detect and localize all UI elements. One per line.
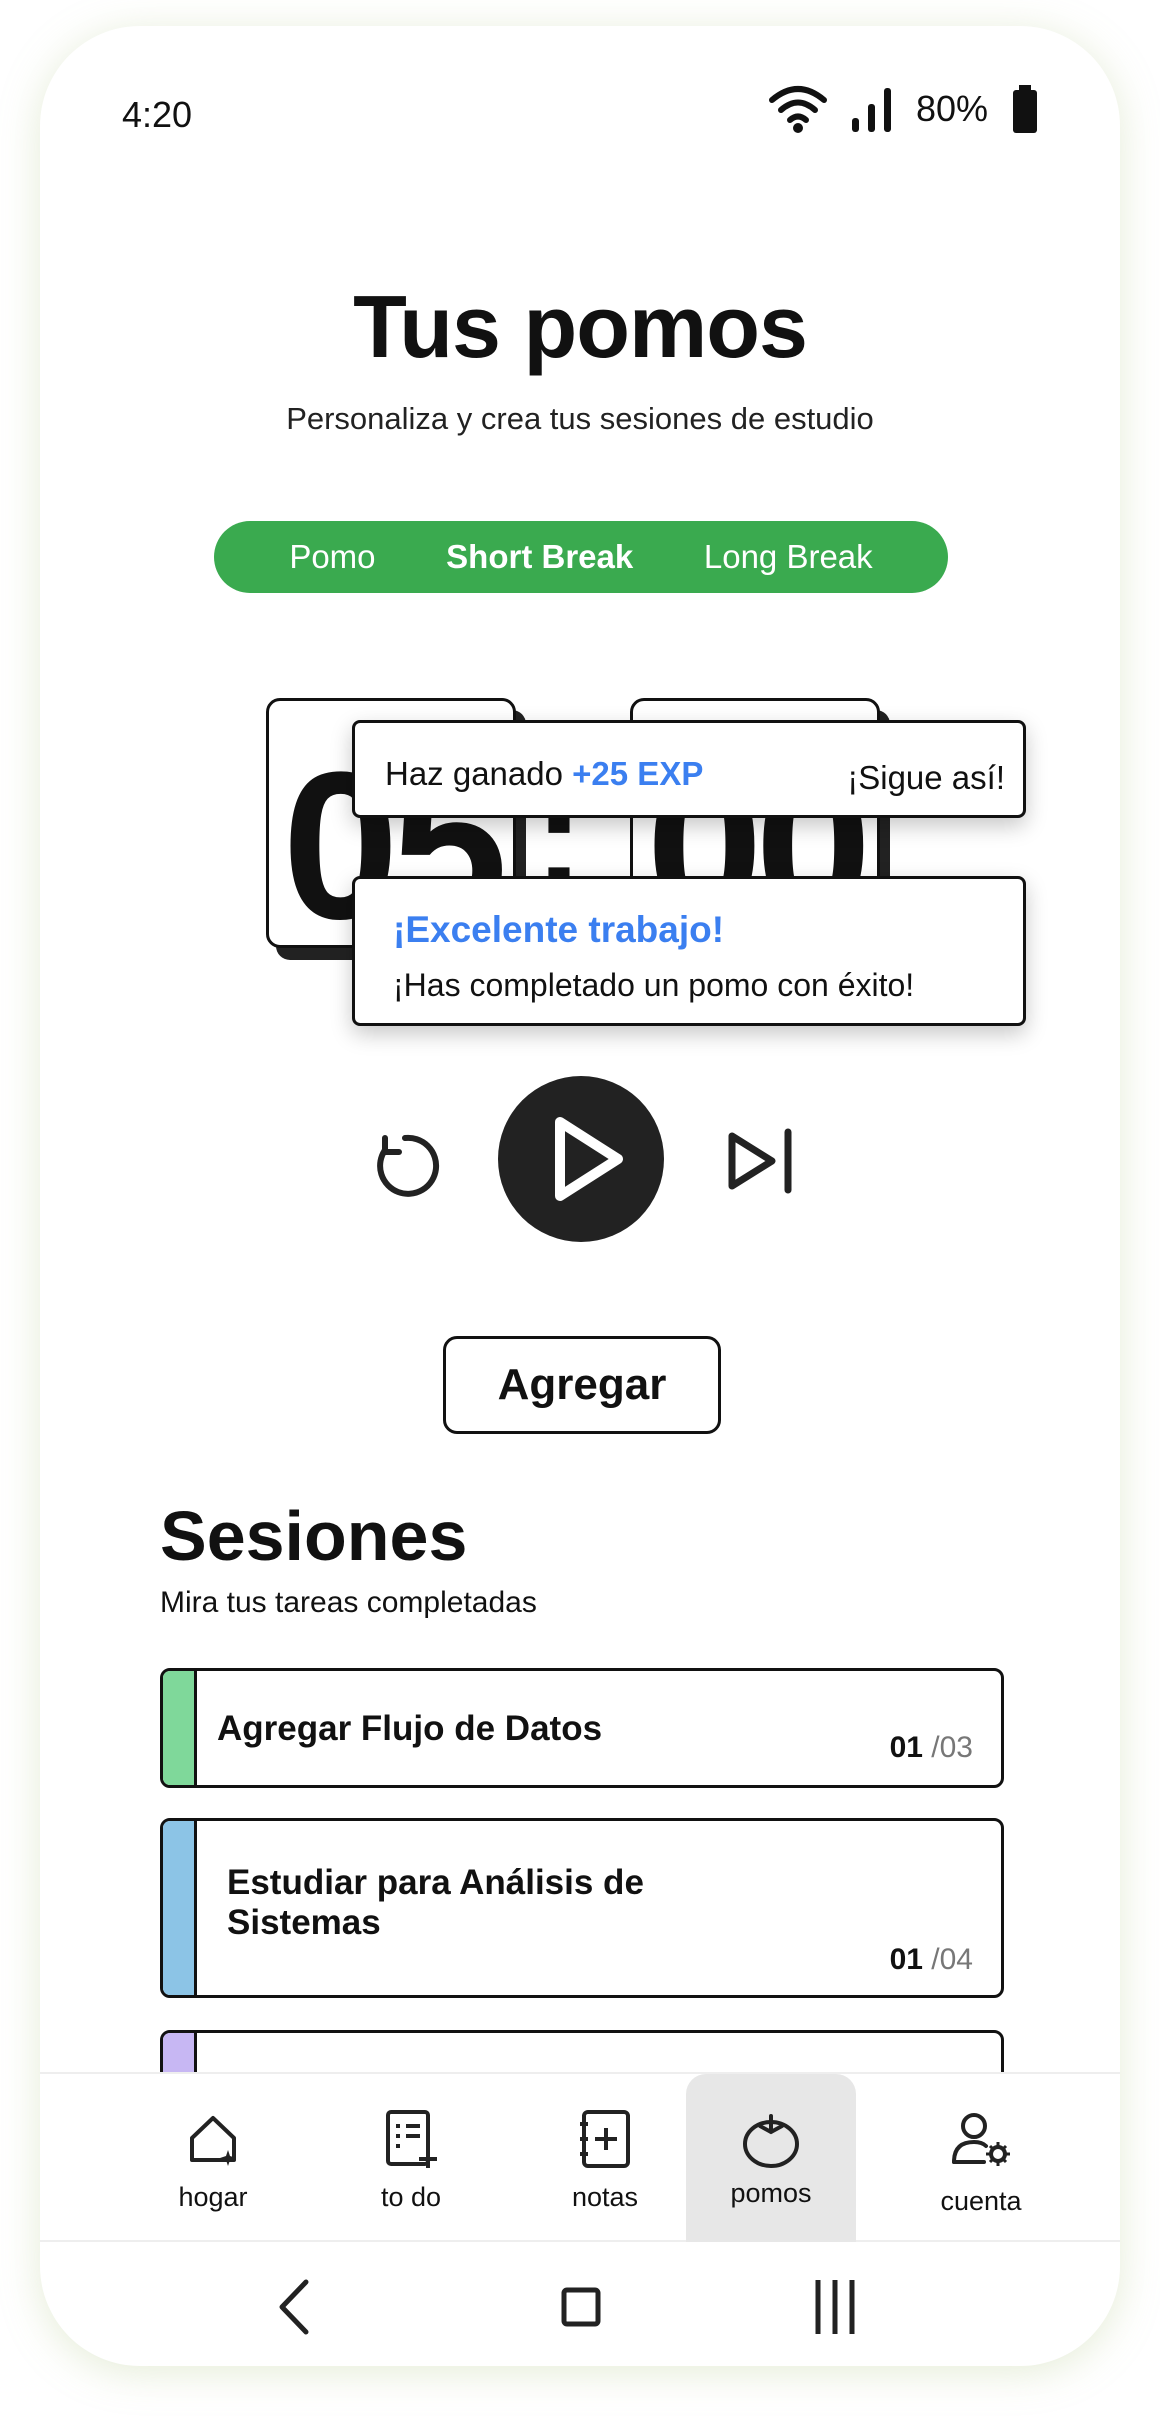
tomato-icon: [743, 2114, 799, 2168]
nav-label-notas: notas: [571, 2182, 639, 2212]
exp-toast-prefix: Haz ganado: [385, 755, 563, 792]
nav-item-pomos[interactable]: pomos: [686, 2074, 856, 2242]
notebook-add-icon: [580, 2110, 630, 2168]
nav-label-todo: to do: [380, 2182, 442, 2212]
home-sparkle-icon: [190, 2116, 236, 2166]
session-progress: 01 /03: [890, 1731, 973, 1765]
reset-icon[interactable]: [365, 1126, 445, 1206]
phone-screen: 4:20 80% Tus pomos Personaliza y crea tu…: [40, 26, 1120, 2366]
status-time: 4:20: [122, 94, 193, 135]
nav-label-cuenta: cuenta: [940, 2186, 1022, 2216]
signal-icon: [851, 88, 891, 132]
back-icon[interactable]: [250, 2262, 340, 2352]
session-item[interactable]: Estudiar para Análisis de Sistemas 01 /0…: [160, 1818, 1004, 1998]
battery-level: 80%: [915, 88, 988, 129]
session-name: Agregar Flujo de Datos: [217, 1709, 603, 1748]
bottom-nav: hogar to do notas pomos cuenta: [40, 2072, 1120, 2242]
checklist-add-icon: [386, 2110, 437, 2168]
session-color-stripe: [163, 1671, 197, 1785]
add-button[interactable]: Agregar: [443, 1336, 721, 1434]
session-name: Estudiar para Análisis de Sistemas: [227, 1863, 644, 1943]
user-settings-icon: [952, 2113, 1010, 2166]
nav-item-cuenta[interactable]: cuenta: [896, 2074, 1066, 2242]
page-subtitle: Personaliza y crea tus sesiones de estud…: [286, 401, 874, 436]
wifi-icon: [768, 86, 827, 133]
page-title: Tus pomos: [353, 277, 808, 376]
recent-apps-icon[interactable]: [790, 2262, 880, 2352]
exp-toast-cheer: ¡Sigue así!: [847, 759, 1005, 796]
tab-long-break[interactable]: Long Break: [704, 538, 873, 576]
session-progress-current: 01: [889, 1943, 923, 1976]
home-square-icon[interactable]: [536, 2262, 626, 2352]
status-bar: 4:20 80%: [40, 26, 1120, 196]
mode-tabs: Pomo Short Break Long Break: [214, 521, 948, 593]
session-item[interactable]: Agregar Flujo de Datos 01 /03: [160, 1668, 1004, 1788]
tab-pomo[interactable]: Pomo: [289, 538, 375, 576]
nav-label-hogar: hogar: [178, 2182, 248, 2212]
battery-icon: [1013, 85, 1037, 133]
nav-item-notas[interactable]: notas: [520, 2074, 690, 2242]
nav-label-pomos: pomos: [730, 2178, 812, 2208]
sessions-subtitle: Mira tus tareas completadas: [160, 1586, 537, 1619]
success-toast: ¡Excelente trabajo! ¡Has completado un p…: [352, 876, 1026, 1026]
nav-item-todo[interactable]: to do: [326, 2074, 496, 2242]
nav-item-hogar[interactable]: hogar: [128, 2074, 298, 2242]
skip-icon[interactable]: [716, 1116, 806, 1206]
session-progress-total: /03: [931, 1731, 973, 1764]
exp-toast-message: Haz ganado +25 EXP: [385, 755, 703, 793]
status-indicators: 80%: [768, 84, 1040, 134]
session-progress-current: 01: [889, 1731, 923, 1764]
exp-toast: Haz ganado +25 EXP ¡Sigue así!: [352, 720, 1026, 818]
system-nav-bar: [40, 2242, 1120, 2366]
play-icon: [555, 1117, 623, 1201]
session-progress-total: /04: [931, 1943, 973, 1976]
session-progress: 01 /04: [890, 1943, 973, 1977]
exp-amount: +25 EXP: [572, 755, 704, 792]
session-color-stripe: [163, 1821, 197, 1995]
success-toast-body: ¡Has completado un pomo con éxito!: [393, 967, 915, 1003]
success-toast-title: ¡Excelente trabajo!: [393, 909, 725, 950]
sessions-title: Sesiones: [160, 1497, 468, 1575]
play-button[interactable]: [498, 1076, 664, 1242]
tab-short-break[interactable]: Short Break: [446, 538, 633, 576]
